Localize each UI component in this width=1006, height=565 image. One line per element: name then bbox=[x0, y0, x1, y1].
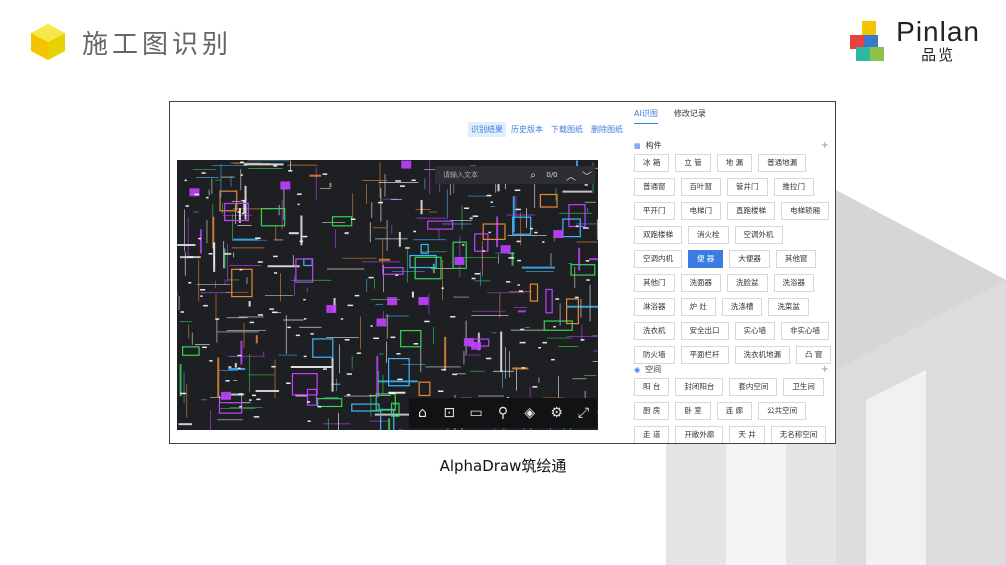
tag-button[interactable]: 双跑楼梯 bbox=[634, 226, 682, 244]
panel-tabs: AI识图 修改记录 bbox=[634, 108, 706, 124]
brand-name: Pinlan bbox=[896, 16, 980, 47]
brand-logo: Pinlan 品览 bbox=[846, 18, 980, 63]
tab-ai-recognition[interactable]: AI识图 bbox=[634, 108, 658, 124]
tag-button[interactable]: 普通窗 bbox=[634, 178, 675, 196]
slide-header: 施工图识别 bbox=[28, 22, 232, 62]
ruler-icon[interactable]: ▭ bbox=[466, 405, 486, 421]
search-result-count: 0/0 bbox=[546, 171, 558, 179]
chevron-down-icon[interactable]: ﹀ bbox=[579, 168, 595, 183]
tag-button[interactable]: 洗衣机 bbox=[634, 322, 675, 340]
component-tags: 冰 箱立 管地 漏普通地漏普通窗 百叶窗 管井门 推拉门平开门 电梯门 直跑楼梯 电梯轿厢双… bbox=[634, 154, 834, 364]
tag-button[interactable]: 洗菜盆 bbox=[768, 298, 809, 316]
tag-button[interactable]: 封闭阳台 bbox=[675, 378, 724, 396]
tag-button[interactable]: 百叶窗 bbox=[680, 178, 721, 196]
tag-button[interactable]: 炉 灶 bbox=[680, 298, 716, 316]
tag-button[interactable]: 洗面器 bbox=[680, 274, 721, 292]
layers-icon[interactable]: ◈ bbox=[520, 405, 540, 421]
tag-button[interactable]: 空调内机 bbox=[634, 250, 682, 268]
cad-drawing[interactable] bbox=[177, 160, 598, 430]
tag-button[interactable]: 阳 台 bbox=[634, 378, 670, 396]
tag-button[interactable]: 卫生间 bbox=[783, 378, 824, 396]
tag-button[interactable]: 便 器 bbox=[688, 250, 724, 268]
drawing-actions: 识别结果 历史版本 下载图纸 删除图纸 bbox=[468, 122, 626, 137]
tag-button[interactable]: 防火墙 bbox=[634, 346, 675, 364]
app-screenshot: 识别结果 历史版本 下载图纸 删除图纸 请输入文本 ⌕ 0/0 ︿ ﹀ ⌂ ⊡ … bbox=[169, 101, 836, 444]
section-title: 空间 bbox=[645, 365, 662, 374]
tag-button[interactable]: 大便器 bbox=[729, 250, 770, 268]
tag-button[interactable]: 淋浴器 bbox=[634, 298, 675, 316]
fullscreen-icon[interactable]: ⤢ bbox=[573, 405, 593, 421]
tag-button[interactable]: 无名称空间 bbox=[770, 426, 827, 443]
measure-icon[interactable]: ⊡ bbox=[439, 405, 459, 421]
tag-button[interactable]: 洗脸盆 bbox=[727, 274, 768, 292]
section-components-header: ▦ 构件 + bbox=[634, 140, 829, 151]
search-input[interactable]: 请输入文本 bbox=[435, 170, 525, 180]
slide-caption: AlphaDraw筑绘通 bbox=[439, 457, 567, 475]
tag-button[interactable]: 凸 窗 bbox=[796, 346, 832, 364]
section-spaces-header: ◉ 空间 + bbox=[634, 364, 829, 375]
tag-button[interactable]: 实心墙 bbox=[734, 322, 775, 340]
download-drawing-button[interactable]: 下载图纸 bbox=[548, 122, 586, 137]
tag-button[interactable]: 其他窗 bbox=[775, 250, 817, 268]
tag-button[interactable]: 管井门 bbox=[727, 178, 768, 196]
pin-icon[interactable]: ⚲ bbox=[493, 405, 513, 421]
radio-icon: ◉ bbox=[634, 365, 641, 374]
tag-button[interactable]: 其他门 bbox=[634, 274, 675, 292]
tag-button[interactable]: 开敞外廊 bbox=[675, 426, 724, 443]
tag-button[interactable]: 立 管 bbox=[675, 154, 711, 172]
history-version-button[interactable]: 历史版本 bbox=[508, 122, 546, 137]
tag-button[interactable]: 连 廊 bbox=[716, 402, 753, 420]
recognition-panel: AI识图 修改记录 ▦ 构件 + 冰 箱立 管地 漏普通地漏普通窗 百叶窗 管井门推… bbox=[626, 102, 835, 443]
grid-icon: ▦ bbox=[634, 141, 641, 150]
tag-button[interactable]: 消火栓 bbox=[688, 226, 729, 244]
tag-button[interactable]: 平开门 bbox=[634, 202, 675, 220]
space-tags: 阳 台封闭阳台 套内空间 卫生间厨 房卧 室连 廊公共空间走 道开敞外廊天 井无名称… bbox=[634, 378, 834, 443]
tag-button[interactable]: 套内空间 bbox=[729, 378, 778, 396]
add-icon[interactable]: + bbox=[821, 364, 829, 375]
tag-button[interactable]: 洗涤槽 bbox=[721, 298, 763, 316]
tab-edit-history[interactable]: 修改记录 bbox=[674, 108, 706, 124]
tag-button[interactable]: 电梯门 bbox=[680, 202, 721, 220]
tag-button[interactable]: 厨 房 bbox=[634, 402, 670, 420]
pinlan-cube-icon bbox=[850, 20, 885, 61]
tag-button[interactable]: 公共空间 bbox=[758, 402, 807, 420]
tag-button[interactable]: 推拉门 bbox=[773, 178, 814, 196]
slide-title: 施工图识别 bbox=[82, 29, 233, 60]
tag-button[interactable]: 卧 室 bbox=[675, 402, 711, 420]
tag-button[interactable]: 电梯轿厢 bbox=[781, 202, 829, 220]
cad-search-bar[interactable]: 请输入文本 ⌕ 0/0 ︿ ﹀ bbox=[435, 166, 595, 184]
tag-button[interactable]: 冰 箱 bbox=[634, 154, 670, 172]
search-icon[interactable]: ⌕ bbox=[525, 170, 541, 181]
tag-button[interactable]: 洗衣机地漏 bbox=[734, 346, 790, 364]
tag-button[interactable]: 地 漏 bbox=[716, 154, 753, 172]
tag-button[interactable]: 平面栏杆 bbox=[680, 346, 729, 364]
brand-sub: 品览 bbox=[921, 46, 956, 64]
tag-button[interactable]: 洗浴器 bbox=[773, 274, 814, 292]
tag-button[interactable]: 走 道 bbox=[634, 426, 670, 443]
cad-toolbar: ⌂ ⊡ ▭ ⚲ ◈ ⚙ ⤢ bbox=[409, 398, 597, 428]
cad-viewer[interactable]: 请输入文本 ⌕ 0/0 ︿ ﹀ ⌂ ⊡ ▭ ⚲ ◈ ⚙ ⤢ bbox=[177, 160, 598, 430]
settings-icon[interactable]: ⚙ bbox=[547, 405, 567, 421]
chevron-up-icon[interactable]: ︿ bbox=[563, 168, 579, 183]
tag-button[interactable]: 空调外机 bbox=[734, 226, 783, 244]
tag-button[interactable]: 天 井 bbox=[729, 426, 765, 443]
tag-button[interactable]: 安全出口 bbox=[680, 322, 729, 340]
tag-button[interactable]: 普通地漏 bbox=[758, 154, 807, 172]
home-icon[interactable]: ⌂ bbox=[412, 405, 432, 421]
tag-button[interactable]: 非实心墙 bbox=[781, 322, 829, 340]
cube-logo-icon bbox=[31, 24, 65, 60]
delete-drawing-button[interactable]: 删除图纸 bbox=[588, 122, 626, 137]
add-icon[interactable]: + bbox=[821, 140, 829, 151]
section-title: 构件 bbox=[645, 141, 662, 150]
recognition-result-button[interactable]: 识别结果 bbox=[468, 122, 506, 137]
tag-button[interactable]: 直跑楼梯 bbox=[727, 202, 775, 220]
